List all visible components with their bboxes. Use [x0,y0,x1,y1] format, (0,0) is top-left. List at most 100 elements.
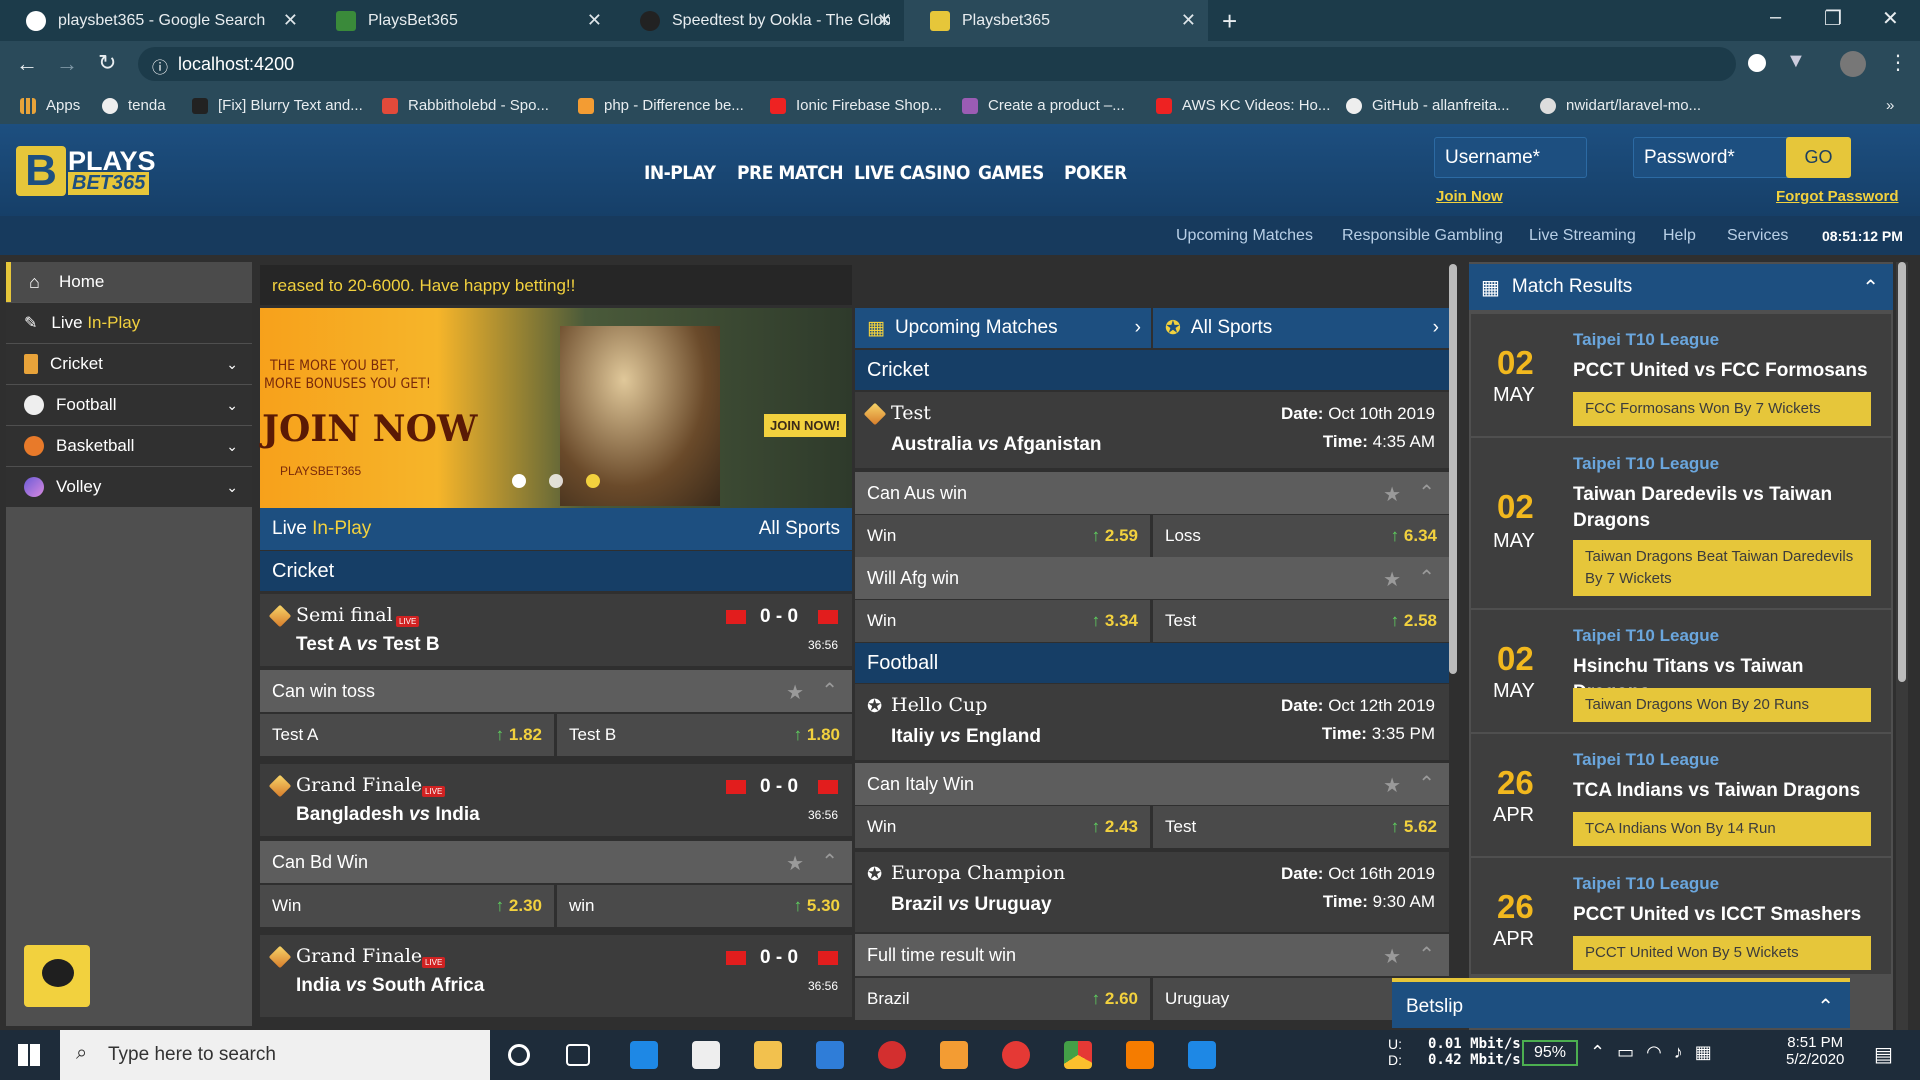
chevron-up-icon[interactable]: ⌃ [1418,480,1435,505]
chevron-up-icon[interactable]: ⌃ [1418,942,1435,967]
join-now-link[interactable]: Join Now [1436,188,1503,205]
bookmark-php[interactable]: php - Difference be... [578,97,744,114]
file-explorer-icon[interactable] [754,1041,782,1069]
opera-icon[interactable] [1002,1041,1030,1069]
chevron-up-icon[interactable]: ⌃ [1418,771,1435,796]
odds-button[interactable]: Test B ↑ 1.80 [557,714,852,756]
subnav-upcoming-matches[interactable]: Upcoming Matches [1176,227,1313,245]
nav-live-casino[interactable]: LIVE CASINO [854,162,970,184]
sidebar-item-cricket[interactable]: Cricket ⌄ [6,344,252,384]
upcoming-match-row[interactable]: ✪ Europa Champion Brazil vs Uruguay Date… [855,852,1449,932]
taskbar-clock[interactable]: 8:51 PM 5/2/2020 [1786,1034,1844,1068]
market-question[interactable]: Can Aus win ★ ⌃ [855,472,1449,514]
odds-button[interactable]: Win ↑ 3.34 [855,600,1150,642]
nav-games[interactable]: GAMES [978,162,1044,184]
odds-button[interactable]: win ↑ 5.30 [557,885,852,927]
tab-speedtest[interactable]: Speedtest by Ookla - The Global ✕ [614,0,904,41]
in-play-match-row[interactable]: Semi final LIVE Test A vs Test B 0 - 0 3… [260,594,852,666]
betslip-panel[interactable]: Betslip ⌃ [1392,978,1850,1028]
market-question[interactable]: Can Bd Win ★ ⌃ [260,841,852,883]
battery-meter[interactable]: 95% [1522,1040,1578,1066]
market-question[interactable]: Can win toss ★ ⌃ [260,670,852,712]
extension-icon[interactable] [1748,54,1766,72]
odds-button[interactable]: Win ↑ 2.30 [260,885,554,927]
result-card[interactable]: 02 MAY Taipei T10 League Taiwan Daredevi… [1471,438,1891,608]
edge-icon[interactable] [630,1041,658,1069]
tab-google-search[interactable]: playsbet365 - Google Search ✕ [0,0,310,41]
bookmark-ionic-firebase[interactable]: Ionic Firebase Shop... [770,97,942,114]
sidebar-item-volley[interactable]: Volley ⌄ [6,467,252,507]
upcoming-all-sports-link[interactable]: ✪ All Sports › [1153,308,1449,348]
odds-button[interactable]: Brazil ↑ 2.60 [855,978,1150,1020]
forgot-password-link[interactable]: Forgot Password [1776,188,1899,205]
bookmark-tenda[interactable]: tenda [102,97,166,114]
maximize-icon[interactable]: ❐ [1824,6,1842,31]
url-field[interactable]: ⓘ localhost:4200 [138,47,1736,81]
subnav-services[interactable]: Services [1727,227,1788,245]
login-go-button[interactable]: GO [1786,137,1851,178]
taskbar-search-input[interactable]: ⌕ Type here to search [60,1030,490,1080]
bookmark-laravel-modules[interactable]: nwidart/laravel-mo... [1540,97,1701,114]
bookmark-blurry-text[interactable]: [Fix] Blurry Text and... [192,97,363,114]
subnav-help[interactable]: Help [1663,227,1696,245]
username-field[interactable]: Username* [1434,137,1587,178]
result-card[interactable]: 02 MAY Taipei T10 League PCCT United vs … [1471,314,1891,436]
chevron-up-icon[interactable]: ⌃ [1817,994,1834,1019]
page-scrollbar[interactable] [1896,262,1908,1030]
site-logo[interactable]: B PLAYS BET365 [16,146,158,198]
reload-icon[interactable]: ↻ [98,50,116,76]
chevron-up-icon[interactable]: ⌃ [821,849,838,874]
match-results-header[interactable]: ▦ Match Results ⌃ [1469,264,1893,310]
center-scrollbar[interactable] [1449,264,1457,674]
result-card[interactable]: 02 MAY Taipei T10 League Hsinchu Titans … [1471,610,1891,732]
sidebar-item-live-in-play[interactable]: ✎ Live In-Play [6,303,252,343]
back-icon[interactable]: ← [16,51,38,77]
favorite-star-icon[interactable]: ★ [1383,482,1401,507]
carousel-dot[interactable] [549,474,563,488]
bookmark-aws-videos[interactable]: AWS KC Videos: Ho... [1156,97,1330,114]
in-play-match-row[interactable]: Grand Finale LIVE India vs South Africa … [260,935,852,1017]
mail-icon[interactable] [816,1041,844,1069]
chrome-icon[interactable] [1064,1041,1092,1069]
market-question[interactable]: Can Italy Win ★ ⌃ [855,763,1449,805]
task-view-icon[interactable] [566,1044,590,1066]
bookmarks-overflow-icon[interactable]: » [1886,97,1894,114]
bookmark-github[interactable]: GitHub - allanfreita... [1346,97,1510,114]
carousel-dot[interactable] [586,474,600,488]
close-icon[interactable]: ✕ [283,10,298,31]
in-play-match-row[interactable]: Grand Finale LIVE Bangladesh vs India 0 … [260,764,852,836]
odds-button[interactable]: Loss ↑ 6.34 [1153,515,1449,557]
odds-button[interactable]: Test ↑ 2.58 [1153,600,1449,642]
tab-playsbet365-active[interactable]: Playsbet365 ✕ [904,0,1208,41]
forward-icon[interactable]: → [56,51,78,77]
odds-button[interactable]: Test A ↑ 1.82 [260,714,554,756]
chat-button[interactable] [24,945,90,1007]
windows-start-icon[interactable] [18,1044,40,1066]
menu-kebab-icon[interactable]: ⋮ [1888,50,1908,75]
page-scrollbar-thumb[interactable] [1898,262,1906,682]
upcoming-match-row[interactable]: ✪ Hello Cup Italiy vs England Date: Oct … [855,684,1449,760]
odds-button[interactable]: Win ↑ 2.43 [855,806,1150,848]
upcoming-matches-link[interactable]: ▦ Upcoming Matches › [855,308,1151,348]
minimize-icon[interactable]: – [1770,6,1781,29]
app-icon[interactable] [878,1041,906,1069]
favorite-star-icon[interactable]: ★ [786,851,804,876]
market-question[interactable]: Full time result win ★ ⌃ [855,934,1449,976]
bookmark-apps[interactable]: Apps [20,97,80,114]
result-card[interactable]: 26 APR Taipei T10 League PCCT United vs … [1471,858,1891,974]
sidebar-item-home[interactable]: ⌂ Home [6,262,252,302]
app-icon[interactable] [940,1041,968,1069]
tab-playsbet365[interactable]: PlaysBet365 ✕ [310,0,614,41]
promo-banner[interactable]: THE MORE YOU BET, MORE BONUSES YOU GET! … [260,308,852,508]
window-close-icon[interactable]: ✕ [1882,6,1899,31]
favorite-star-icon[interactable]: ★ [786,680,804,705]
chevron-up-icon[interactable]: ⌃ [1862,275,1879,300]
upcoming-match-row[interactable]: Test Australia vs Afganistan Date: Oct 1… [855,392,1449,468]
favorite-star-icon[interactable]: ★ [1383,773,1401,798]
vscode-icon[interactable] [1188,1041,1216,1069]
close-icon[interactable]: ✕ [587,10,602,31]
odds-button[interactable]: Win ↑ 2.59 [855,515,1150,557]
sidebar-item-basketball[interactable]: Basketball ⌄ [6,426,252,466]
nav-pre-match[interactable]: PRE MATCH [737,162,844,184]
new-tab-button[interactable]: + [1222,6,1237,37]
